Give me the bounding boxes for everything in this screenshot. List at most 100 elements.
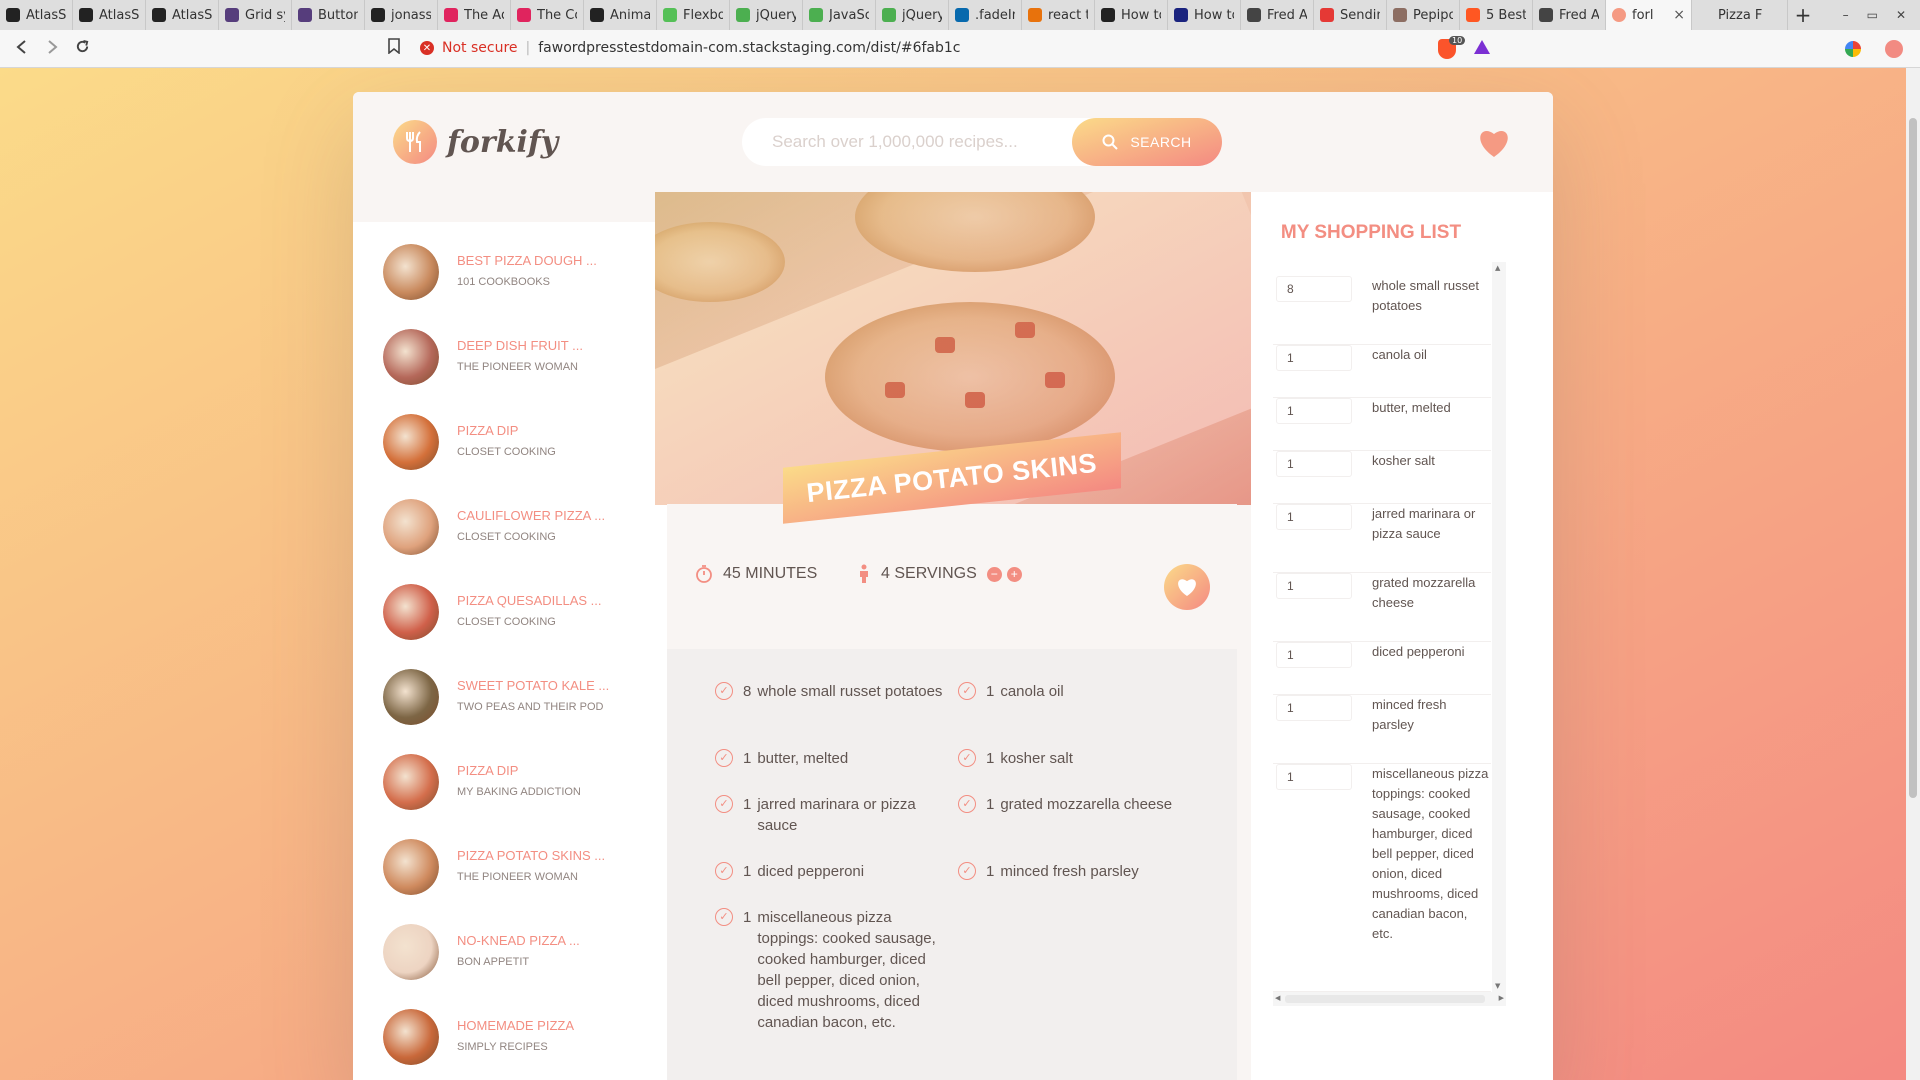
browser-tab[interactable]: Flexbo: [657, 0, 730, 30]
back-icon[interactable]: [7, 39, 37, 58]
bookmark-icon[interactable]: [388, 38, 400, 58]
scrollbar-thumb[interactable]: [1285, 995, 1485, 1003]
tab-label: Grid sy: [245, 7, 285, 23]
browser-tab[interactable]: Pepipo: [1387, 0, 1460, 30]
result-title[interactable]: NO-KNEAD PIZZA ...: [457, 933, 580, 948]
ingredient-item: ✓ 8 whole small russet potatoes: [715, 681, 947, 702]
shopping-item-count-input[interactable]: 1: [1276, 398, 1352, 424]
profile-avatar-icon[interactable]: [1885, 40, 1903, 58]
app-container: forkify SEARCH BEST PIZZA DOUGH ... 101 C…: [353, 92, 1553, 1080]
scroll-down-icon[interactable]: ▼: [1495, 982, 1500, 990]
shopping-item-description: canola oil: [1372, 347, 1427, 362]
food-image: [383, 1009, 439, 1065]
like-recipe-button[interactable]: [1164, 564, 1210, 610]
food-image: [383, 499, 439, 555]
logo: forkify: [393, 120, 558, 164]
result-item[interactable]: PIZZA DIP CLOSET COOKING: [353, 400, 667, 485]
react-icon: [517, 8, 531, 22]
increase-servings-button[interactable]: +: [1006, 566, 1022, 582]
browser-tab[interactable]: jQuery: [876, 0, 949, 30]
browser-tab[interactable]: jQuery: [730, 0, 803, 30]
shopping-item-count-input[interactable]: 1: [1276, 345, 1352, 371]
result-item[interactable]: HOMEMADE PIZZA SIMPLY RECIPES: [353, 995, 667, 1080]
browser-tab[interactable]: AtlasS: [0, 0, 73, 30]
browser-tab[interactable]: AtlasS: [146, 0, 219, 30]
result-title[interactable]: BEST PIZZA DOUGH ...: [457, 253, 597, 268]
forward-icon[interactable]: [37, 39, 67, 58]
result-title[interactable]: PIZZA DIP: [457, 763, 518, 778]
scroll-up-icon[interactable]: ▲: [1495, 264, 1500, 272]
medium-icon: [1101, 8, 1115, 22]
result-title[interactable]: PIZZA POTATO SKINS ...: [457, 848, 605, 863]
page-scrollbar[interactable]: [1906, 68, 1920, 1080]
likes-heart-icon[interactable]: [1477, 128, 1511, 158]
browser-tab[interactable]: Fred A: [1241, 0, 1314, 30]
minimize-icon[interactable]: –: [1843, 8, 1849, 22]
close-tab-icon[interactable]: ×: [1673, 7, 1685, 23]
result-item[interactable]: CAULIFLOWER PIZZA ... CLOSET COOKING: [353, 485, 667, 570]
shopping-item-description: jarred marinara or pizza sauce: [1372, 506, 1476, 541]
url-field[interactable]: ✕ Not secure | fawordpresstestdomain-com…: [420, 35, 1500, 61]
shopping-list-vertical-scrollbar[interactable]: ▲ ▼: [1492, 262, 1506, 992]
decrease-servings-button[interactable]: −: [986, 566, 1002, 582]
shopping-item-count-input[interactable]: 1: [1276, 451, 1352, 477]
browser-tab[interactable]: Animat: [584, 0, 657, 30]
shopping-item-count-input[interactable]: 8: [1276, 276, 1352, 302]
search-button[interactable]: SEARCH: [1072, 118, 1222, 166]
result-title[interactable]: PIZZA QUESADILLAS ...: [457, 593, 602, 608]
result-item[interactable]: BEST PIZZA DOUGH ... 101 COOKBOOKS: [353, 230, 667, 315]
result-title[interactable]: PIZZA DIP: [457, 423, 518, 438]
result-item[interactable]: DEEP DISH FRUIT ... THE PIONEER WOMAN: [353, 315, 667, 400]
result-item[interactable]: PIZZA POTATO SKINS ... THE PIONEER WOMAN: [353, 825, 667, 910]
browser-tab[interactable]: Sendin: [1314, 0, 1387, 30]
browser-tab[interactable]: How to: [1095, 0, 1168, 30]
scrollbar-thumb[interactable]: [1909, 118, 1917, 798]
browser-tab-active[interactable]: forl ×: [1606, 0, 1692, 30]
browser-tab[interactable]: Grid sy: [219, 0, 292, 30]
result-thumbnail: [383, 244, 439, 300]
result-item[interactable]: NO-KNEAD PIZZA ... BON APPETIT: [353, 910, 667, 995]
shopping-item-count-input[interactable]: 1: [1276, 573, 1352, 599]
browser-tab[interactable]: How to: [1168, 0, 1241, 30]
shopping-list[interactable]: 8 whole small russet potatoes 1 canola oil 1…: [1273, 262, 1491, 992]
scroll-right-icon[interactable]: ▶: [1499, 994, 1504, 1002]
browser-tab[interactable]: The Co: [511, 0, 584, 30]
new-tab-button[interactable]: +: [1788, 0, 1818, 30]
browser-tab[interactable]: The Ad: [438, 0, 511, 30]
close-window-icon[interactable]: ✕: [1896, 8, 1906, 22]
browser-tab[interactable]: Fred A: [1533, 0, 1606, 30]
browser-tab[interactable]: Button: [292, 0, 365, 30]
not-secure-icon[interactable]: ✕: [420, 41, 434, 55]
search-input[interactable]: [742, 118, 1072, 166]
shopping-item-count-input[interactable]: 1: [1276, 642, 1352, 668]
browser-tab[interactable]: jonass: [365, 0, 438, 30]
result-item[interactable]: PIZZA QUESADILLAS ... CLOSET COOKING: [353, 570, 667, 655]
result-title[interactable]: CAULIFLOWER PIZZA ...: [457, 508, 605, 523]
shopping-item-count-input[interactable]: 1: [1276, 764, 1352, 790]
browser-tab[interactable]: JavaSc: [803, 0, 876, 30]
shopping-item-count-input[interactable]: 1: [1276, 504, 1352, 530]
result-item[interactable]: SWEET POTATO KALE ... TWO PEAS AND THEIR …: [353, 655, 667, 740]
result-title[interactable]: DEEP DISH FRUIT ...: [457, 338, 583, 353]
result-title[interactable]: HOMEMADE PIZZA: [457, 1018, 574, 1033]
food-image: [383, 244, 439, 300]
browser-tab[interactable]: .fadeIn: [949, 0, 1022, 30]
browser-tab[interactable]: Pizza F: [1692, 0, 1788, 30]
result-item[interactable]: PIZZA DIP MY BAKING ADDICTION: [353, 740, 667, 825]
avatar-icon: [1393, 8, 1407, 22]
security-label[interactable]: Not secure: [442, 40, 518, 56]
scroll-left-icon[interactable]: ◀: [1275, 994, 1280, 1002]
browser-tab[interactable]: react t: [1022, 0, 1095, 30]
result-thumbnail: [383, 414, 439, 470]
shopping-item-count-input[interactable]: 1: [1276, 695, 1352, 721]
browser-tab[interactable]: 5 Best: [1460, 0, 1533, 30]
maximize-icon[interactable]: ▭: [1867, 8, 1878, 22]
extension-icon[interactable]: [1845, 41, 1861, 57]
url-text[interactable]: fawordpresstestdomain-com.stackstaging.c…: [538, 40, 960, 56]
food-image: [383, 754, 439, 810]
result-title[interactable]: SWEET POTATO KALE ...: [457, 678, 609, 693]
brave-rewards-icon[interactable]: [1474, 40, 1490, 54]
reload-icon[interactable]: [67, 39, 97, 58]
browser-tab[interactable]: AtlasS: [73, 0, 146, 30]
shopping-list-horizontal-scrollbar[interactable]: ◀ ▶: [1273, 992, 1506, 1006]
